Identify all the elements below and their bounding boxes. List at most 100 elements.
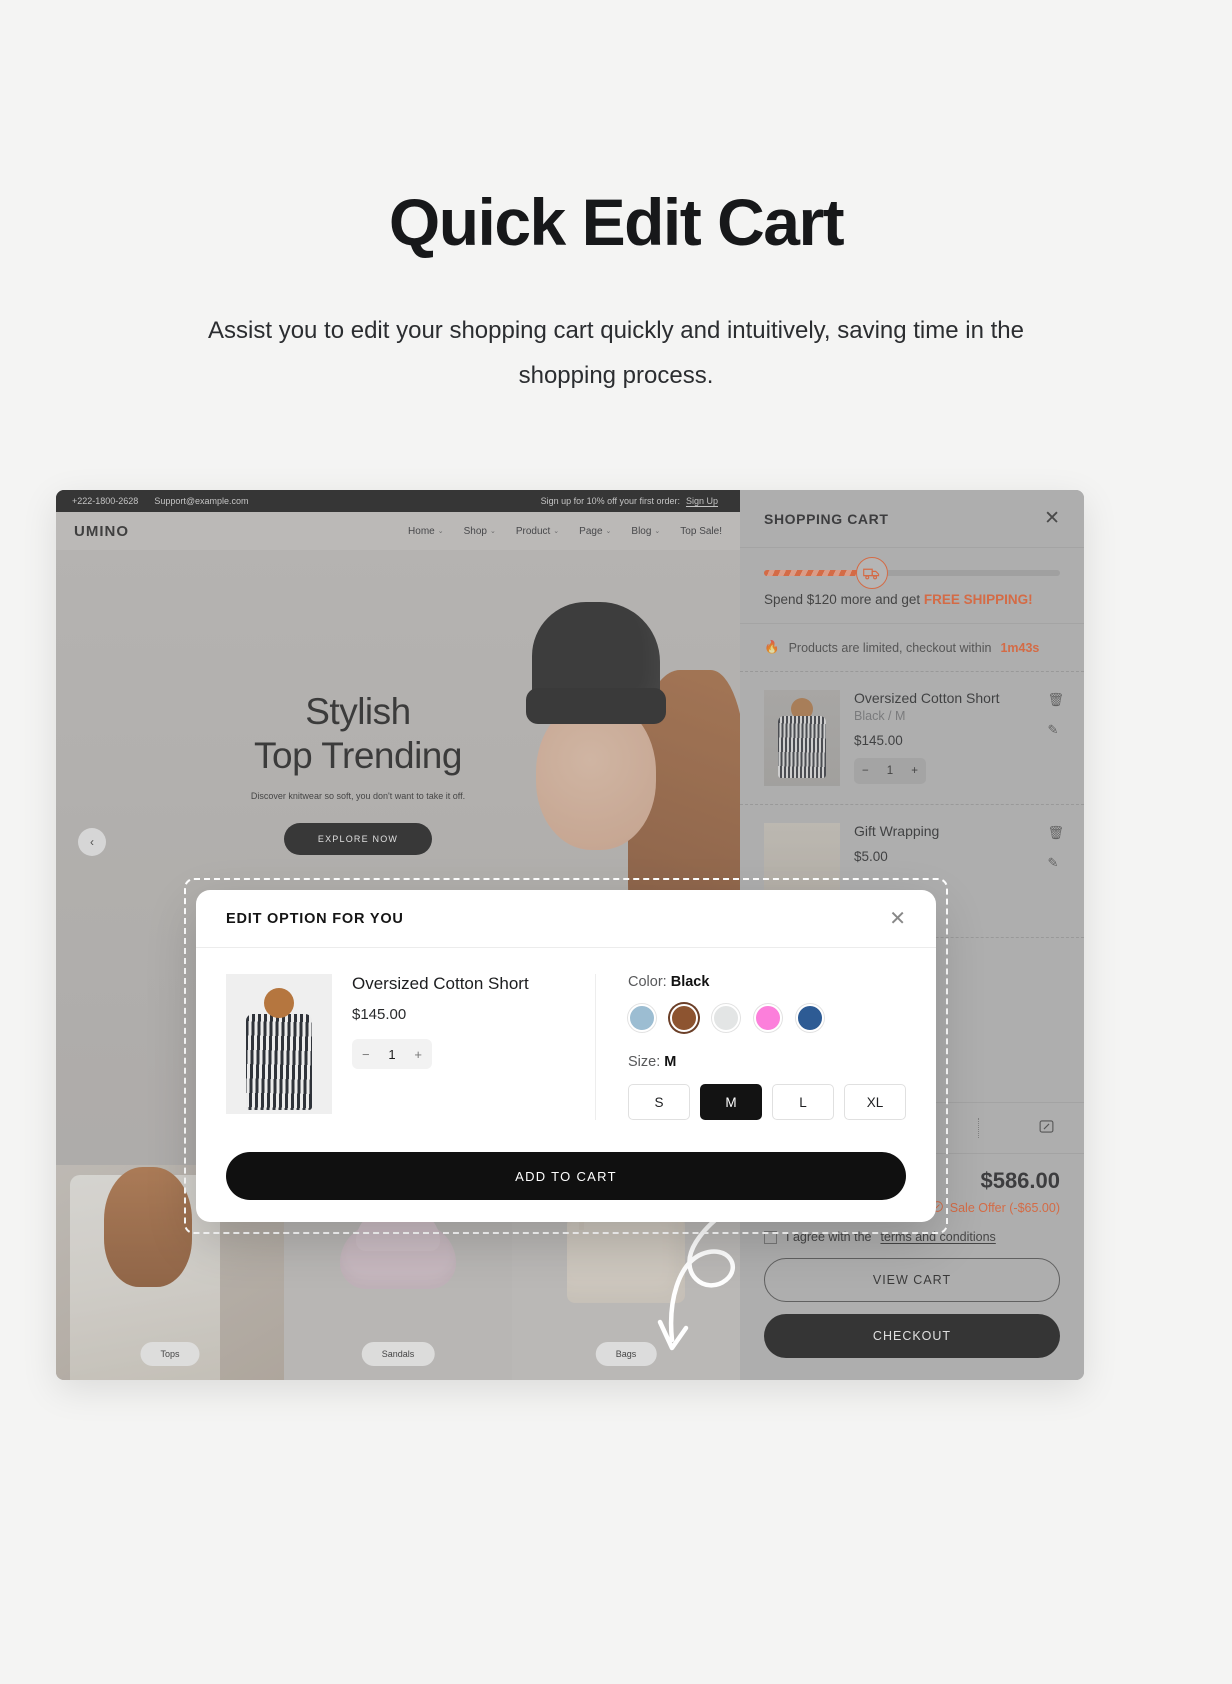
- color-label-text: Color:: [628, 974, 667, 990]
- coupon-icon[interactable]: [1038, 1118, 1055, 1139]
- fire-icon: 🔥: [764, 640, 780, 654]
- quantity-value: 1: [886, 765, 894, 777]
- quantity-stepper[interactable]: − 1 +: [854, 758, 926, 784]
- size-option-l[interactable]: L: [772, 1084, 834, 1120]
- page-title: Quick Edit Cart: [388, 185, 845, 259]
- nav-label: Shop: [463, 525, 487, 537]
- size-section: Size: M S M L XL: [628, 1054, 906, 1120]
- color-swatch-brown[interactable]: [670, 1004, 698, 1032]
- size-label: Size: M: [628, 1054, 906, 1070]
- chevron-down-icon: ⌄: [654, 528, 661, 535]
- modal-body: Oversized Cotton Short $145.00 − 1 + Col…: [196, 948, 936, 1120]
- edit-pencil-icon[interactable]: ✎: [1047, 855, 1064, 871]
- color-swatch-white-gray[interactable]: [712, 1004, 740, 1032]
- nav-label: Page: [579, 525, 603, 537]
- page-root: Quick Edit Cart Assist you to edit your …: [0, 0, 1232, 1684]
- color-swatch-pink[interactable]: [754, 1004, 782, 1032]
- cart-header: SHOPPING CART ✕: [740, 490, 1084, 548]
- modal-options-section: Color: Black Size: M S M L XL: [595, 974, 906, 1120]
- brand-logo[interactable]: UMINO: [74, 523, 129, 540]
- size-label-text: Size:: [628, 1054, 661, 1070]
- close-icon[interactable]: ✕: [1044, 509, 1060, 528]
- color-selected-value: Black: [670, 974, 710, 990]
- modal-header: EDIT OPTION FOR YOU ✕: [196, 890, 936, 948]
- nav-item-product[interactable]: Product ⌄: [516, 526, 559, 537]
- signup-link[interactable]: Sign Up: [686, 496, 718, 506]
- main-nav: Home ⌄ Shop ⌄ Product ⌄ Page ⌄ Blog ⌄ To…: [408, 526, 722, 537]
- hero-headline-line2: Top Trending: [254, 734, 462, 776]
- modal-product-info: Oversized Cotton Short $145.00 − 1 +: [352, 974, 529, 1120]
- quantity-value: 1: [388, 1046, 396, 1062]
- nav-item-blog[interactable]: Blog ⌄: [631, 526, 660, 537]
- tile-label[interactable]: Tops: [140, 1342, 200, 1366]
- nav-item-home[interactable]: Home ⌄: [408, 526, 444, 537]
- tile-label[interactable]: Sandals: [361, 1342, 435, 1366]
- phone-number: +222-1800-2628: [72, 496, 139, 506]
- nav-item-top-sale[interactable]: Top Sale!: [680, 526, 722, 537]
- size-option-s[interactable]: S: [628, 1084, 690, 1120]
- add-to-cart-button[interactable]: ADD TO CART: [226, 1152, 906, 1200]
- hero-headline-line1: Stylish: [305, 691, 411, 732]
- support-email: Support@example.com: [154, 496, 249, 506]
- limited-text: Products are limited, checkout within: [788, 640, 992, 655]
- modal-product-section: Oversized Cotton Short $145.00 − 1 +: [226, 974, 595, 1120]
- explore-now-button[interactable]: EXPLORE NOW: [284, 823, 432, 856]
- nav-label: Blog: [631, 525, 652, 537]
- product-variant: Black / M: [854, 709, 906, 723]
- decrease-quantity-button[interactable]: −: [862, 765, 869, 777]
- product-thumbnail[interactable]: [764, 690, 840, 786]
- color-label: Color: Black: [628, 974, 906, 990]
- countdown-timer: 1m43s: [1000, 640, 1040, 655]
- product-price: $145.00: [352, 1006, 407, 1023]
- product-name: Oversized Cotton Short: [352, 974, 529, 993]
- free-shipping-highlight: FREE SHIPPING!: [923, 592, 1033, 607]
- shipping-message-text: Spend $120 more and get: [764, 592, 921, 607]
- page-subtitle: Assist you to edit your shopping cart qu…: [208, 317, 1024, 389]
- modal-title: EDIT OPTION FOR YOU: [226, 910, 404, 927]
- nav-label: Top Sale!: [680, 525, 722, 537]
- quantity-stepper[interactable]: − 1 +: [352, 1039, 432, 1069]
- decrease-quantity-button[interactable]: −: [362, 1047, 370, 1062]
- close-icon[interactable]: ✕: [889, 909, 906, 929]
- increase-quantity-button[interactable]: +: [911, 765, 918, 777]
- hero-description: Discover knitwear so soft, you don't wan…: [250, 791, 466, 802]
- color-swatches: [628, 1004, 906, 1032]
- nav-label: Product: [515, 525, 551, 537]
- edit-option-modal: EDIT OPTION FOR YOU ✕ Oversized Cotton S…: [196, 890, 936, 1222]
- product-price: $5.00: [854, 849, 888, 864]
- announcement-bar: +222-1800-2628 Support@example.com Sign …: [56, 490, 740, 512]
- cart-title: SHOPPING CART: [764, 510, 889, 527]
- chevron-down-icon: ⌄: [489, 528, 496, 535]
- trash-icon[interactable]: 🗑: [1047, 692, 1064, 708]
- progress-bar-fill: [764, 570, 865, 576]
- progress-bar-track: [764, 557, 1060, 589]
- color-swatch-navy-blue[interactable]: [796, 1004, 824, 1032]
- chevron-down-icon: ⌄: [605, 528, 612, 535]
- free-shipping-progress: Spend $120 more and get FREE SHIPPING!: [740, 548, 1084, 624]
- trash-icon[interactable]: 🗑: [1047, 825, 1064, 841]
- truck-icon: [855, 557, 888, 589]
- chevron-down-icon: ⌄: [437, 528, 444, 535]
- product-name[interactable]: Oversized Cotton Short: [854, 690, 1060, 706]
- size-options: S M L XL: [628, 1084, 906, 1120]
- increase-quantity-button[interactable]: +: [414, 1047, 422, 1062]
- hero-copy: Stylish Top Trending Discover knitwear s…: [208, 690, 508, 856]
- product-name[interactable]: Gift Wrapping: [854, 823, 1060, 839]
- nav-item-shop[interactable]: Shop ⌄: [464, 526, 496, 537]
- product-price: $145.00: [854, 733, 903, 748]
- size-option-xl[interactable]: XL: [844, 1084, 906, 1120]
- product-thumbnail: [226, 974, 332, 1114]
- sale-offer-text: Sale Offer (-$65.00): [949, 1201, 1060, 1215]
- nav-label: Home: [408, 525, 435, 537]
- cart-line-item: Oversized Cotton Short Black / M $145.00…: [740, 672, 1084, 805]
- beanie-hat: [526, 602, 666, 724]
- site-header: UMINO Home ⌄ Shop ⌄ Product ⌄ Page ⌄ Blo…: [56, 512, 740, 550]
- size-option-m[interactable]: M: [700, 1084, 762, 1120]
- divider: [978, 1118, 980, 1138]
- chevron-down-icon: ⌄: [553, 528, 560, 535]
- slider-prev-icon[interactable]: ‹: [78, 828, 106, 856]
- color-swatch-light-blue[interactable]: [628, 1004, 656, 1032]
- nav-item-page[interactable]: Page ⌄: [579, 526, 611, 537]
- size-selected-value: M: [664, 1054, 677, 1070]
- edit-pencil-icon[interactable]: ✎: [1047, 722, 1064, 738]
